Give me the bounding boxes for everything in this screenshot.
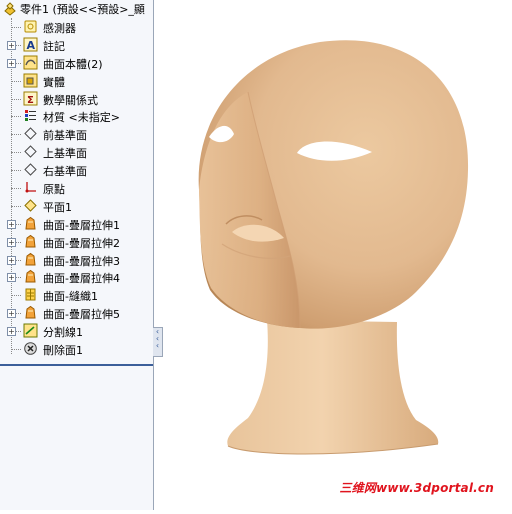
head-model bbox=[198, 40, 469, 455]
tree-item-label: 前基準面 bbox=[43, 129, 87, 143]
tree-item[interactable]: + 分割線1 bbox=[0, 322, 153, 340]
tree-item-label: 右基準面 bbox=[43, 165, 87, 179]
tree-guide-branch bbox=[11, 27, 21, 28]
tree-item[interactable]: 上基準面 bbox=[0, 143, 153, 161]
tree-guide-branch bbox=[11, 98, 21, 100]
origin-icon bbox=[23, 180, 38, 195]
tree-item-label: 材質 <未指定> bbox=[43, 111, 120, 125]
feature-manager-tree: 零件1 (預設<<預設>_顯 感測器 + A 註記 + 曲面本體(2) 實體 Σ 數學關係式材質… bbox=[0, 0, 154, 510]
tree-item-label: 曲面-疊層拉伸2 bbox=[43, 236, 120, 250]
tree-item[interactable]: Σ 數學關係式 bbox=[0, 90, 153, 108]
tree-guide-branch bbox=[11, 205, 21, 207]
panel-split-bar[interactable] bbox=[0, 364, 153, 366]
tree-item[interactable]: + 曲面-疊層拉伸2 bbox=[0, 233, 153, 251]
expand-toggle[interactable]: + bbox=[7, 309, 16, 319]
tree-item-label: 曲面-疊層拉伸4 bbox=[43, 272, 120, 286]
tree-item-label: 上基準面 bbox=[43, 147, 87, 161]
plane1-icon bbox=[23, 198, 38, 213]
tree-root-part[interactable]: 零件1 (預設<<預設>_顯 bbox=[0, 0, 153, 17]
split-line-icon bbox=[23, 323, 38, 338]
expand-toggle[interactable]: + bbox=[7, 255, 16, 265]
tree-item-label: 平面1 bbox=[43, 200, 72, 214]
tree-item[interactable]: 實體 bbox=[0, 72, 153, 90]
tree-item-label: 原點 bbox=[43, 183, 65, 197]
svg-text:A: A bbox=[27, 39, 36, 52]
tree-item[interactable]: 曲面-縫織1 bbox=[0, 286, 153, 304]
sensor-icon bbox=[23, 19, 38, 34]
tree-item-label: 刪除面1 bbox=[43, 344, 83, 358]
tree-item[interactable]: 原點 bbox=[0, 179, 153, 197]
surface-loft-icon bbox=[23, 252, 38, 267]
plane-icon bbox=[23, 162, 38, 177]
plane-icon bbox=[23, 144, 38, 159]
tree-item[interactable]: 右基準面 bbox=[0, 161, 153, 179]
material-icon bbox=[23, 108, 38, 123]
surface-loft-icon bbox=[23, 269, 38, 284]
tree-item[interactable]: 平面1 bbox=[0, 197, 153, 215]
surface-loft-icon bbox=[23, 234, 38, 249]
expand-toggle[interactable]: + bbox=[7, 58, 16, 68]
surface-loft-icon bbox=[23, 305, 38, 320]
surface-loft-icon bbox=[23, 216, 38, 231]
tree-item-label: 註記 bbox=[43, 39, 65, 53]
tree-guide-branch bbox=[11, 170, 21, 172]
tree-item[interactable]: 刪除面1 bbox=[0, 340, 153, 358]
tree-item[interactable]: 材質 <未指定> bbox=[0, 107, 153, 125]
tree-item[interactable]: + 曲面-疊層拉伸5 bbox=[0, 304, 153, 322]
expand-toggle[interactable]: + bbox=[7, 40, 16, 50]
tree-guide-branch bbox=[11, 349, 21, 351]
tree-item-label: 分割線1 bbox=[43, 326, 83, 340]
tree-guide-branch bbox=[11, 116, 21, 118]
tree-root-label: 零件1 (預設<<預設>_顯 bbox=[20, 2, 145, 16]
tree-item[interactable]: + 曲面-疊層拉伸3 bbox=[0, 251, 153, 269]
tree-item[interactable]: + 曲面-疊層拉伸1 bbox=[0, 215, 153, 233]
annotation-icon: A bbox=[23, 37, 38, 52]
expand-toggle[interactable]: + bbox=[7, 273, 16, 283]
tree-list: 感測器 + A 註記 + 曲面本體(2) 實體 Σ 數學關係式材質 <未指定> 前基準面上基準面右… bbox=[0, 18, 153, 358]
expand-toggle[interactable]: + bbox=[7, 219, 16, 229]
neck-surface bbox=[227, 320, 439, 454]
tree-item[interactable]: + A 註記 bbox=[0, 36, 153, 54]
tree-guide-branch bbox=[11, 188, 21, 190]
tree-item-label: 曲面-疊層拉伸1 bbox=[43, 218, 120, 232]
tree-item-label: 感測器 bbox=[43, 22, 76, 35]
tree-item-label: 曲面-疊層拉伸5 bbox=[43, 308, 120, 322]
solid-bodies-icon bbox=[23, 73, 38, 88]
tree-guide-branch bbox=[11, 80, 21, 82]
tree-guide-branch bbox=[11, 152, 21, 154]
expand-toggle[interactable]: + bbox=[7, 327, 16, 337]
surface-bodies-icon bbox=[23, 55, 38, 70]
svg-text:Σ: Σ bbox=[27, 95, 34, 106]
tree-item[interactable]: 前基準面 bbox=[0, 125, 153, 143]
tree-item-label: 數學關係式 bbox=[43, 93, 98, 107]
tree-item-label: 曲面-疊層拉伸3 bbox=[43, 254, 120, 268]
tree-guide-branch bbox=[11, 134, 21, 136]
plane-icon bbox=[23, 126, 38, 141]
tree-item-label: 曲面-縫織1 bbox=[43, 290, 98, 304]
tree-item-label: 實體 bbox=[43, 75, 65, 89]
tree-item-label: 曲面本體(2) bbox=[43, 57, 103, 71]
delete-face-icon bbox=[23, 341, 38, 356]
tree-guide-branch bbox=[11, 295, 21, 297]
tree-item[interactable]: + 曲面-疊層拉伸4 bbox=[0, 268, 153, 286]
equations-icon: Σ bbox=[23, 91, 38, 106]
tree-item[interactable]: 感測器 bbox=[0, 18, 153, 36]
tree-item[interactable]: + 曲面本體(2) bbox=[0, 54, 153, 72]
watermark-text: 三维网www.3dportal.cn bbox=[339, 481, 494, 495]
graphics-viewport[interactable]: 三维网www.3dportal.cn bbox=[162, 0, 512, 510]
expand-toggle[interactable]: + bbox=[7, 237, 16, 247]
surface-knit-icon bbox=[23, 287, 38, 302]
part-icon bbox=[4, 1, 16, 16]
